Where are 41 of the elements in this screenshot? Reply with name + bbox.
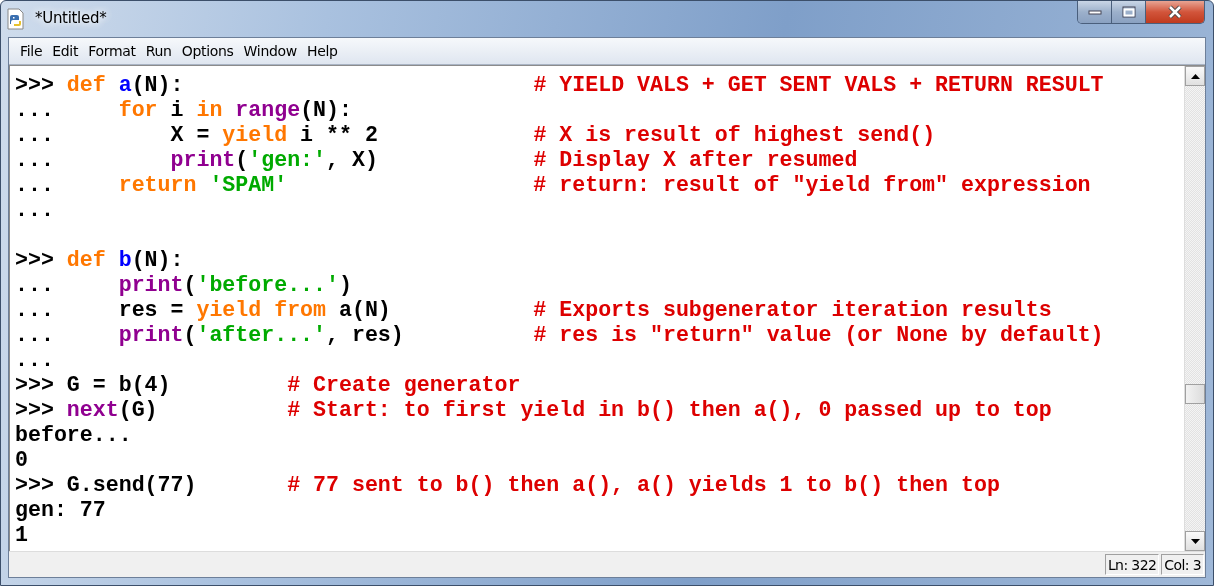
- code-line: ... print('before...'): [15, 273, 352, 298]
- code-line: >>> def a(N): # YIELD VALS + GET SENT VALS + RETURN RESULT: [15, 73, 1104, 98]
- menu-item[interactable]: Help: [302, 41, 343, 61]
- menu-item[interactable]: Run: [140, 41, 177, 61]
- maximize-button[interactable]: [1112, 1, 1146, 23]
- code-line: >>> G.send(77) # 77 sent to b() then a(), a() yields 1 to b() then top: [15, 473, 1000, 498]
- scroll-thumb[interactable]: [1185, 383, 1205, 404]
- code-line: ... return 'SPAM' # return: result of "yield from" expression: [15, 173, 1091, 198]
- window-title: *Untitled*: [35, 9, 107, 27]
- caret-up-icon: [1190, 73, 1200, 79]
- code-line: ... res = yield from a(N) # Exports subgenerator iteration results: [15, 298, 1052, 323]
- menu-item[interactable]: Window: [238, 41, 302, 61]
- minimize-icon: [1087, 9, 1102, 15]
- code-line: 0: [15, 448, 28, 473]
- code-line: before...: [15, 423, 132, 448]
- code-line: ...: [15, 348, 54, 373]
- maximize-icon: [1121, 6, 1136, 18]
- scroll-down-button[interactable]: [1185, 531, 1205, 551]
- scrollbar[interactable]: [1184, 66, 1205, 551]
- code-line: ... print('after...', res) # res is "return" value (or None by default): [15, 323, 1104, 348]
- caret-down-icon: [1190, 538, 1200, 544]
- code-line: >>> def b(N):: [15, 248, 184, 273]
- code-line: ... for i in range(N):: [15, 98, 352, 123]
- line-number-indicator: Ln: 322: [1104, 554, 1160, 575]
- close-button[interactable]: [1146, 1, 1204, 23]
- menu-item[interactable]: Format: [83, 41, 141, 61]
- menu-item[interactable]: File: [15, 41, 48, 61]
- close-icon: [1167, 5, 1183, 19]
- code-line: ... print('gen:', X) # Display X after resumed: [15, 148, 858, 173]
- code-line: ... X = yield i ** 2 # X is result of highest send(): [15, 123, 936, 148]
- code-line: >>> next(G) # Start: to first yield in b() then a(), 0 passed up to top: [15, 398, 1052, 423]
- code-line: gen: 77: [15, 498, 106, 523]
- menu-item[interactable]: Edit: [47, 41, 84, 61]
- code-line: 1: [15, 523, 28, 548]
- scroll-up-button[interactable]: [1185, 66, 1205, 86]
- minimize-button[interactable]: [1078, 1, 1112, 23]
- code-line: >>> G = b(4) # Create generator: [15, 373, 521, 398]
- column-number-indicator: Col: 3: [1161, 554, 1204, 575]
- menu-item[interactable]: Options: [176, 41, 239, 61]
- code-line: ...: [15, 198, 54, 223]
- python-file-icon: [7, 8, 27, 30]
